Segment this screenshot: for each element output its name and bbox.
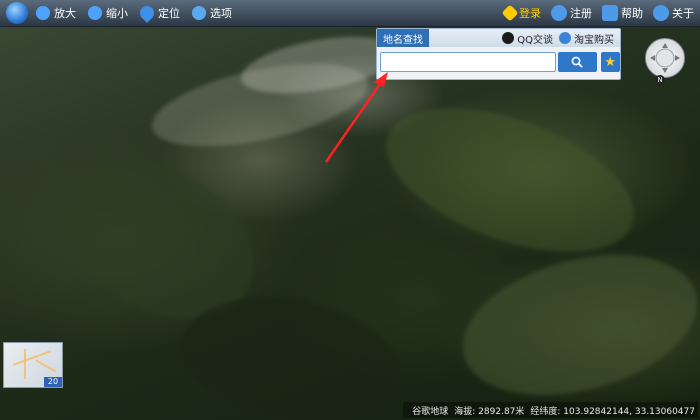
coordinates-readout: 经纬度: 103.92842144, 33.13060477 (530, 406, 695, 417)
imagery-source: 谷歌地球 (412, 406, 449, 417)
status-bar: 谷歌地球 海拔: 2892.87米 经纬度: 103.92842144, 33.… (403, 402, 698, 418)
altitude-readout: 海拔: 2892.87米 (454, 406, 525, 417)
annotation-arrow-icon (324, 72, 388, 163)
